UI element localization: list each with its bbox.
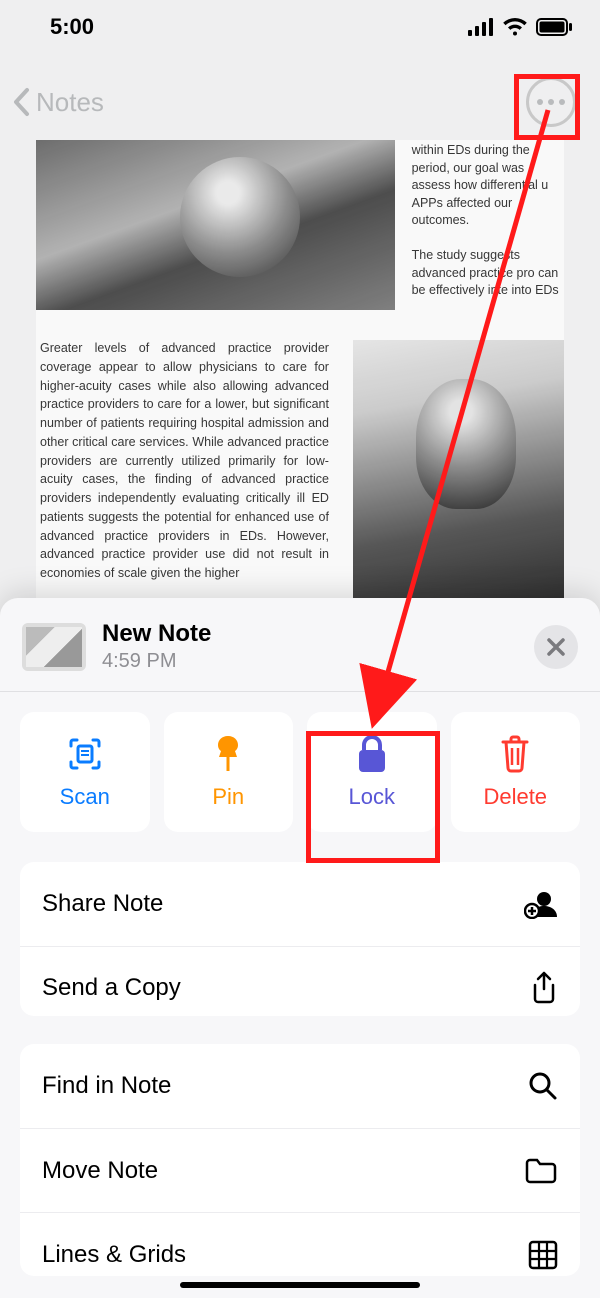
scan-label: Scan <box>60 784 110 810</box>
close-sheet-button[interactable] <box>534 625 578 669</box>
share-people-icon <box>524 889 558 919</box>
scanned-photo-top <box>36 140 395 310</box>
pin-icon <box>210 734 246 774</box>
home-indicator[interactable] <box>180 1282 420 1288</box>
ellipsis-dot-icon <box>537 99 543 105</box>
scanned-text-bottom-left: Greater levels of advanced practice prov… <box>36 335 337 583</box>
lines-grids-item[interactable]: Lines & Grids <box>20 1212 580 1276</box>
action-sheet: New Note 4:59 PM Scan Pin Lock Delete Sh… <box>0 598 600 1298</box>
scanned-photo-bottom <box>353 340 564 600</box>
share-note-item[interactable]: Share Note <box>20 862 580 946</box>
status-indicators <box>468 17 572 37</box>
delete-label: Delete <box>483 784 547 810</box>
more-options-button[interactable] <box>526 77 576 127</box>
folder-icon <box>524 1157 558 1185</box>
status-time: 5:00 <box>50 14 94 40</box>
battery-icon <box>536 18 572 36</box>
status-bar: 5:00 <box>0 0 600 54</box>
sheet-title-wrap: New Note 4:59 PM <box>102 620 518 673</box>
wifi-icon <box>502 17 528 37</box>
delete-button[interactable]: Delete <box>451 712 581 832</box>
pin-label: Pin <box>212 784 244 810</box>
lock-label: Lock <box>349 784 395 810</box>
scan-button[interactable]: Scan <box>20 712 150 832</box>
sheet-timestamp: 4:59 PM <box>102 650 518 673</box>
share-note-label: Share Note <box>42 890 163 918</box>
lock-button[interactable]: Lock <box>307 712 437 832</box>
move-label: Move Note <box>42 1157 158 1185</box>
grid-icon <box>528 1240 558 1270</box>
nav-bar: Notes <box>0 72 600 132</box>
quick-actions-row: Scan Pin Lock Delete <box>0 692 600 856</box>
list-group-edit: Find in Note Move Note Lines & Grids <box>20 1044 580 1276</box>
back-label: Notes <box>36 87 104 118</box>
back-button[interactable]: Notes <box>12 87 104 118</box>
cellular-icon <box>468 18 494 36</box>
lines-grids-label: Lines & Grids <box>42 1241 186 1269</box>
sheet-title: New Note <box>102 620 518 648</box>
scanned-text-top-right: within EDs during the period, our goal w… <box>406 140 564 300</box>
ellipsis-dot-icon <box>559 99 565 105</box>
send-copy-item[interactable]: Send a Copy <box>20 946 580 1016</box>
close-icon <box>546 637 566 657</box>
send-copy-label: Send a Copy <box>42 974 181 1002</box>
pin-button[interactable]: Pin <box>164 712 294 832</box>
move-note-item[interactable]: Move Note <box>20 1128 580 1212</box>
trash-icon <box>498 734 532 774</box>
scan-icon <box>65 734 105 774</box>
find-in-note-item[interactable]: Find in Note <box>20 1044 580 1128</box>
sheet-header: New Note 4:59 PM <box>0 598 600 691</box>
list-group-share: Share Note Send a Copy <box>20 862 580 1016</box>
note-thumbnail <box>22 623 86 671</box>
share-up-icon <box>530 971 558 1005</box>
search-icon <box>528 1071 558 1101</box>
ellipsis-dot-icon <box>548 99 554 105</box>
chevron-left-icon <box>12 87 32 117</box>
find-label: Find in Note <box>42 1072 171 1100</box>
lock-icon <box>355 734 389 774</box>
